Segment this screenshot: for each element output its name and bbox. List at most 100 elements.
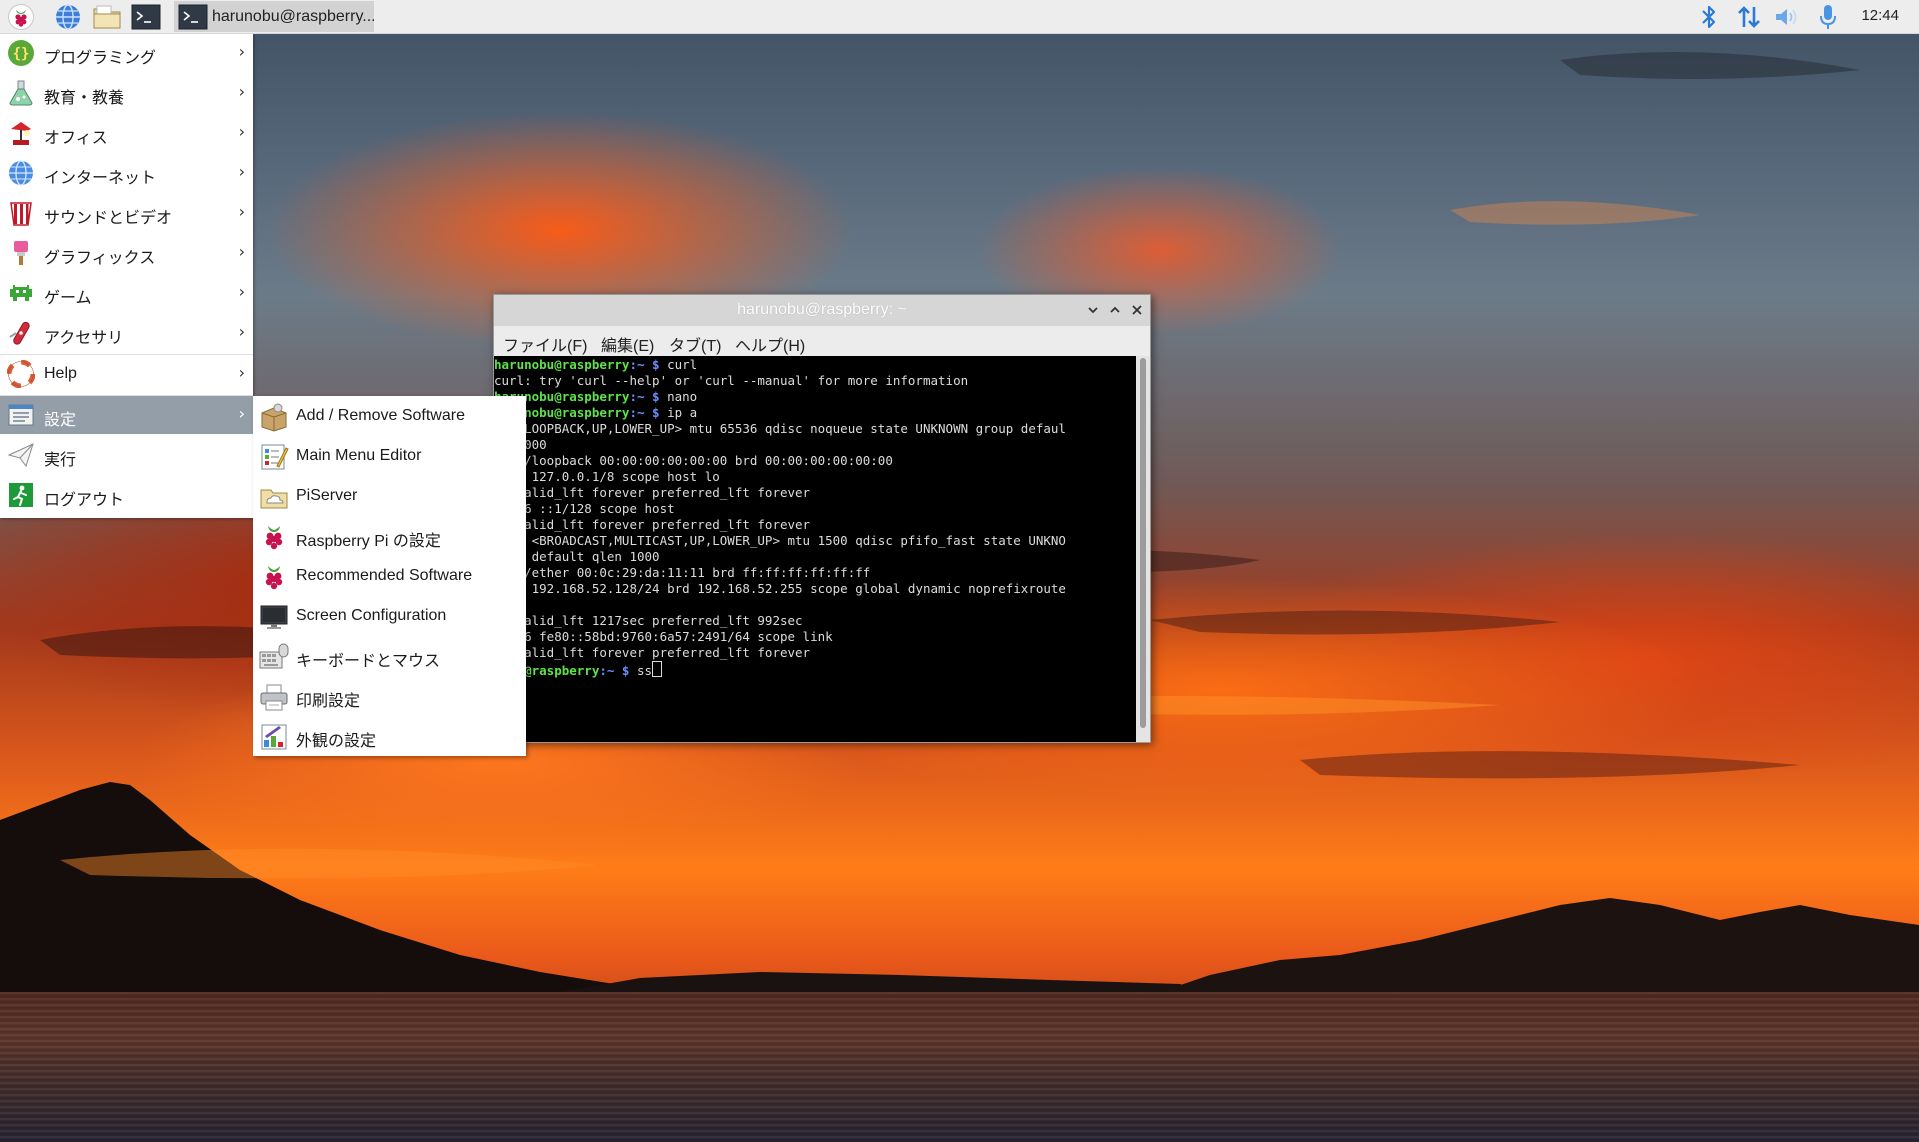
education-icon — [9, 80, 33, 106]
terminal-output-line: link/loopback 00:00:00:00:00:00 brd 00:0… — [494, 453, 893, 468]
programming-icon: {} — [8, 40, 34, 66]
volume-tray[interactable] — [1773, 3, 1801, 31]
raspberry-icon — [265, 526, 283, 550]
menu-item-logout[interactable]: ログアウト — [0, 476, 253, 514]
menu-item-graphics[interactable]: グラフィックス › — [0, 234, 253, 272]
scrollbar-thumb[interactable] — [1140, 358, 1146, 728]
network-tray[interactable] — [1735, 3, 1763, 31]
web-browser-launcher[interactable] — [53, 2, 83, 32]
keyboard-mouse-icon — [259, 643, 289, 669]
menu-item-education[interactable]: 教育・教養 › — [0, 74, 253, 112]
chevron-down-icon — [1088, 307, 1098, 314]
menu-editor-icon — [261, 444, 289, 470]
accessories-icon — [9, 321, 30, 345]
submenu-item-main-menu-editor[interactable]: Main Menu Editor — [253, 436, 526, 476]
menu-item-label: ゲーム — [44, 290, 92, 307]
preferences-submenu: Add / Remove Software Main Menu Editor P… — [253, 396, 526, 756]
clock[interactable]: 12:44 — [1861, 7, 1899, 24]
terminal-title-bar[interactable]: harunobu@raspberry: ~ — [494, 295, 1150, 326]
submenu-item-add-remove-software[interactable]: Add / Remove Software — [253, 396, 526, 436]
prompt-path: :~ $ — [629, 357, 660, 372]
submenu-item-label: Recommended Software — [296, 567, 473, 584]
package-icon — [261, 403, 287, 432]
terminal-output-line: inet6 fe80::58bd:9760:6a57:2491/64 scope… — [494, 629, 833, 644]
menu-item-label: 実行 — [44, 452, 77, 469]
chevron-right-icon: › — [238, 162, 245, 181]
microphone-icon — [1820, 5, 1836, 29]
menu-item-preferences[interactable]: 設定 › — [0, 396, 253, 434]
menu-tabs[interactable]: タブ(T) — [669, 332, 721, 356]
menu-item-sound-video[interactable]: サウンドとビデオ › — [0, 194, 253, 232]
submenu-item-piserver[interactable]: PiServer — [253, 476, 526, 516]
terminal-launcher[interactable] — [131, 2, 161, 32]
submenu-item-print-settings[interactable]: 印刷設定 — [253, 676, 526, 716]
microphone-tray[interactable] — [1814, 3, 1842, 31]
terminal-output-line: link/ether 00:0c:29:da:11:11 brd ff:ff:f… — [494, 565, 871, 580]
svg-text:{}: {} — [13, 46, 30, 62]
text-cursor — [652, 661, 663, 677]
menu-item-label: プログラミング — [44, 50, 157, 67]
terminal-output[interactable]: harunobu@raspberry:~ $ curl curl: try 'cu… — [494, 356, 1136, 742]
menu-item-office[interactable]: オフィス › — [0, 114, 253, 152]
raspberry-icon — [265, 566, 283, 590]
menu-item-accessories[interactable]: アクセサリ › — [0, 314, 253, 352]
submenu-item-label: 外観の設定 — [296, 733, 377, 750]
terminal-scrollbar[interactable] — [1136, 356, 1150, 742]
menu-item-games[interactable]: ゲーム › — [0, 274, 253, 312]
menu-item-internet[interactable]: インターネット › — [0, 154, 253, 192]
chevron-right-icon: › — [238, 242, 245, 261]
submenu-item-raspberry-pi-config[interactable]: Raspberry Pi の設定 — [253, 516, 526, 556]
menu-help[interactable]: ヘルプ(H) — [735, 332, 805, 356]
chevron-up-icon — [1110, 306, 1120, 313]
submenu-item-label: Screen Configuration — [296, 607, 447, 624]
menu-item-run[interactable]: 実行 — [0, 436, 253, 474]
office-icon — [11, 122, 31, 145]
taskbar-task-terminal[interactable]: harunobu@raspberry... — [174, 1, 374, 32]
file-manager-launcher[interactable] — [92, 2, 122, 32]
terminal-output-line: inet 127.0.0.1/8 scope host lo — [494, 469, 720, 484]
submenu-item-keyboard-mouse[interactable]: キーボードとマウス — [253, 636, 526, 676]
menu-item-help[interactable]: Help › — [0, 355, 253, 393]
volume-icon — [1776, 9, 1797, 25]
close-button[interactable] — [1127, 300, 1147, 320]
submenu-item-label: PiServer — [296, 487, 358, 504]
submenu-item-recommended-software[interactable]: Recommended Software — [253, 556, 526, 596]
submenu-item-screen-configuration[interactable]: Screen Configuration — [253, 596, 526, 636]
minimize-button[interactable] — [1083, 300, 1103, 320]
lake-water — [0, 992, 1919, 1142]
maximize-button[interactable] — [1105, 300, 1125, 320]
prompt-path: :~ $ — [629, 405, 660, 420]
prompt-path: :~ $ — [599, 663, 630, 678]
help-icon — [7, 360, 35, 388]
terminal-output-line: th0: <BROADCAST,MULTICAST,UP,LOWER_UP> m… — [494, 533, 1066, 548]
menu-item-label: 設定 — [44, 412, 77, 429]
submenu-item-label: Main Menu Editor — [296, 447, 422, 464]
terminal-output-line: valid_lft 1217sec preferred_lft 992sec — [494, 613, 803, 628]
submenu-item-label: Raspberry Pi の設定 — [296, 533, 441, 550]
menu-item-label: サウンドとビデオ — [44, 210, 173, 227]
menu-item-label: インターネット — [44, 170, 157, 187]
terminal-window: harunobu@raspberry: ~ ファイル(F) 編集(E) タブ(T… — [493, 294, 1151, 743]
bluetooth-icon — [1702, 5, 1716, 29]
taskbar-task-label: harunobu@raspberry... — [212, 7, 374, 25]
menu-item-programming[interactable]: {} プログラミング › — [0, 34, 253, 72]
raspberry-menu-button[interactable] — [6, 2, 36, 32]
bluetooth-tray[interactable] — [1695, 3, 1723, 31]
menu-file[interactable]: ファイル(F) — [503, 332, 587, 356]
prompt-command: curl — [659, 357, 698, 372]
terminal-prompt-line: harunobu@raspberry:~ $ curl — [494, 357, 697, 373]
appearance-icon — [261, 724, 287, 750]
prompt-command: ip a — [659, 405, 698, 420]
sound-video-icon — [10, 202, 32, 226]
chevron-right-icon: › — [238, 404, 245, 423]
chevron-right-icon: › — [238, 202, 245, 221]
submenu-item-appearance-settings[interactable]: 外観の設定 — [253, 716, 526, 756]
run-icon — [7, 443, 34, 468]
prompt-command: ss — [629, 663, 653, 678]
taskbar: harunobu@raspberry... 12:44 — [0, 0, 1919, 34]
terminal-output-line: curl: try 'curl --help' or 'curl --manua… — [494, 373, 969, 388]
submenu-item-label: Add / Remove Software — [296, 407, 465, 424]
menu-edit[interactable]: 編集(E) — [601, 332, 654, 356]
menu-item-label: グラフィックス — [44, 250, 156, 267]
internet-icon — [9, 160, 33, 186]
